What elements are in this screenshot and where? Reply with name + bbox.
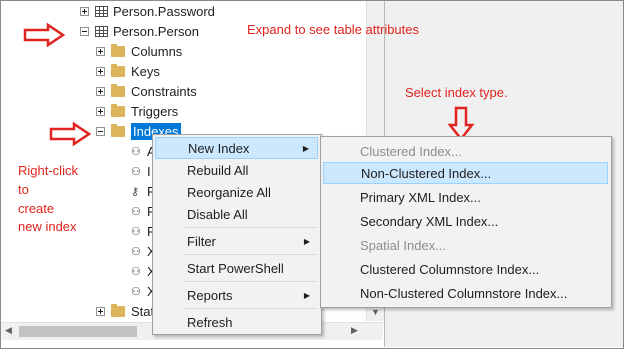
tree-node-label: Person.Password xyxy=(113,3,215,19)
submenu-arrow-icon: ▶ xyxy=(303,236,310,246)
tree-node-index[interactable]: ⚇ I xyxy=(131,161,151,181)
tree-node-columns[interactable]: Columns xyxy=(96,41,182,61)
submenu-arrow-icon: ▶ xyxy=(303,290,310,300)
menu-separator xyxy=(183,227,317,228)
menu-item-rebuild-all[interactable]: Rebuild All xyxy=(155,159,318,181)
tree-node-person-person[interactable]: Person.Person xyxy=(80,21,199,41)
tree-node-label: Columns xyxy=(131,43,183,59)
submenu-item-primary-xml-index[interactable]: Primary XML Index... xyxy=(323,186,608,208)
annotation-right-click: new index xyxy=(18,219,77,234)
expand-icon[interactable] xyxy=(96,306,105,316)
submenu-item-secondary-xml-index[interactable]: Secondary XML Index... xyxy=(323,210,608,232)
menu-item-label: New Index xyxy=(188,140,250,156)
tree-node-keys[interactable]: Keys xyxy=(96,61,160,81)
submenu-item-label: Spatial Index... xyxy=(360,237,446,253)
submenu-item-label: Clustered Index... xyxy=(360,143,462,159)
menu-separator xyxy=(183,308,317,309)
expand-icon[interactable] xyxy=(80,6,89,16)
menu-item-label: Reports xyxy=(187,287,233,303)
submenu-item-label: Non-Clustered Columnstore Index... xyxy=(360,285,568,301)
submenu-item-spatial-index[interactable]: Spatial Index... xyxy=(323,234,608,256)
menu-item-label: Disable All xyxy=(187,206,248,222)
menu-item-start-powershell[interactable]: Start PowerShell xyxy=(155,257,318,279)
index-label: I xyxy=(147,163,151,179)
tree-node-person-password[interactable]: Person.Password xyxy=(80,1,215,21)
tree-node-label: Triggers xyxy=(131,103,179,119)
index-icon: ⚇ xyxy=(131,225,141,238)
folder-icon xyxy=(111,63,125,77)
scroll-down-arrow-icon[interactable]: ▼ xyxy=(371,307,380,317)
index-icon: ⚇ xyxy=(131,205,141,218)
submenu-item-label: Primary XML Index... xyxy=(360,189,481,205)
annotation-expand: Expand to see table attributes xyxy=(247,22,420,37)
index-icon: ⚇ xyxy=(131,285,141,298)
new-index-submenu: Clustered Index... Non-Clustered Index..… xyxy=(320,136,612,308)
scroll-right-arrow-icon[interactable]: ▶ xyxy=(351,325,358,336)
folder-icon xyxy=(111,123,125,137)
index-icon: ⚇ xyxy=(131,165,141,178)
menu-item-label: Refresh xyxy=(187,314,233,330)
expand-icon[interactable] xyxy=(96,106,105,116)
expand-icon[interactable] xyxy=(96,66,105,76)
expand-icon[interactable] xyxy=(96,86,105,96)
annotation-right-click: to xyxy=(18,182,29,197)
menu-item-refresh[interactable]: Refresh xyxy=(155,311,318,333)
menu-item-disable-all[interactable]: Disable All xyxy=(155,203,318,225)
tree-node-label: Person.Person xyxy=(113,23,199,39)
key-icon: ⚷ xyxy=(131,185,140,198)
annotation-right-click: create xyxy=(18,201,55,216)
menu-separator xyxy=(183,281,317,282)
table-icon xyxy=(95,25,108,37)
index-icon: ⚇ xyxy=(131,265,141,278)
tree-node-statistics[interactable]: Stat xyxy=(96,301,154,321)
scroll-left-arrow-icon[interactable]: ◀ xyxy=(5,325,12,336)
tree-node-label: Constraints xyxy=(131,83,197,99)
folder-icon xyxy=(111,43,125,57)
menu-item-label: Reorganize All xyxy=(187,184,271,200)
horizontal-scroll-thumb[interactable] xyxy=(19,326,137,337)
folder-icon xyxy=(111,83,125,97)
collapse-icon[interactable] xyxy=(80,26,89,36)
submenu-item-non-clustered-index[interactable]: Non-Clustered Index... xyxy=(323,162,608,184)
annotation-select-type: Select index type. xyxy=(405,85,508,100)
tree-node-label: Stat xyxy=(131,303,155,319)
index-icon: ⚇ xyxy=(131,245,141,258)
menu-separator xyxy=(183,254,317,255)
menu-item-label: Start PowerShell xyxy=(187,260,284,276)
menu-item-label: Filter xyxy=(187,233,216,249)
menu-item-new-index[interactable]: New Index ▶ xyxy=(155,137,318,159)
menu-item-reports[interactable]: Reports ▶ xyxy=(155,284,318,306)
folder-icon xyxy=(111,303,125,317)
collapse-icon[interactable] xyxy=(96,126,105,136)
tree-node-label: Keys xyxy=(131,63,160,79)
expand-icon[interactable] xyxy=(96,46,105,56)
submenu-arrow-icon: ▶ xyxy=(302,143,309,153)
folder-icon xyxy=(111,103,125,117)
submenu-item-label: Non-Clustered Index... xyxy=(361,165,492,181)
tree-node-triggers[interactable]: Triggers xyxy=(96,101,178,121)
submenu-item-clustered-index[interactable]: Clustered Index... xyxy=(323,140,608,162)
index-icon: ⚇ xyxy=(131,145,141,158)
red-arrow-icon xyxy=(49,121,92,147)
menu-item-label: Rebuild All xyxy=(187,162,249,178)
submenu-item-label: Secondary XML Index... xyxy=(360,213,499,229)
menu-item-reorganize-all[interactable]: Reorganize All xyxy=(155,181,318,203)
annotation-right-click: Right-click xyxy=(18,163,78,178)
red-arrow-icon xyxy=(23,22,66,48)
submenu-item-label: Clustered Columnstore Index... xyxy=(360,261,540,277)
table-icon xyxy=(95,5,108,17)
context-menu: New Index ▶ Rebuild All Reorganize All D… xyxy=(152,134,322,335)
menu-item-filter[interactable]: Filter ▶ xyxy=(155,230,318,252)
tree-node-constraints[interactable]: Constraints xyxy=(96,81,197,101)
submenu-item-clustered-columnstore-index[interactable]: Clustered Columnstore Index... xyxy=(323,258,608,280)
submenu-item-non-clustered-columnstore-index[interactable]: Non-Clustered Columnstore Index... xyxy=(323,282,608,304)
